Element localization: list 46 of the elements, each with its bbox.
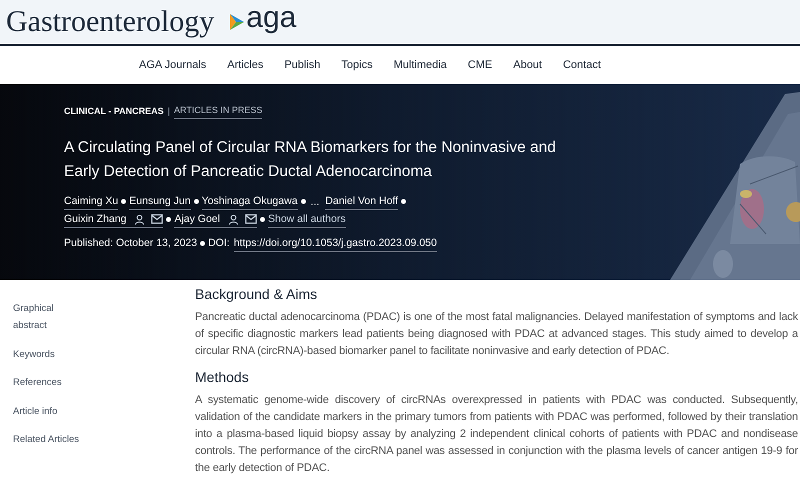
person-icon	[134, 214, 146, 224]
author-link[interactable]: Daniel Von Hoff	[325, 194, 398, 210]
bullet-icon	[194, 199, 199, 204]
nav-link[interactable]: Articles	[227, 56, 264, 74]
bullet-icon	[166, 217, 172, 222]
sidebar-link[interactable]: Article info	[13, 404, 195, 419]
mail-icon	[244, 214, 257, 224]
sidebar-link[interactable]: Keywords	[13, 348, 195, 362]
society-logo[interactable]: aga	[246, 3, 296, 33]
section-heading: Background & Aims	[195, 285, 318, 303]
author-link[interactable]: Caiming Xu	[64, 194, 118, 210]
section-link[interactable]: ARTICLES IN PRESS	[174, 104, 262, 118]
doi-label: DOI:	[208, 236, 230, 251]
nav-link[interactable]: Topics	[341, 56, 373, 74]
bullet-icon	[401, 199, 406, 204]
sidebar-link[interactable]: Related Articles	[13, 432, 195, 447]
section-paragraph: Pancreatic ductal adenocarcinoma (PDAC) is one of the most fatal malignancies. Delayed manifestation of symptoms and lack of specific diagnostic markers lead patients being diagnosed with PDAC at advanced stages. This study aimed to develop a circular RNA (circRNA)-based biomarker panel to facilitate noninvasive and early detection of PDAC.	[195, 310, 798, 359]
person-icon	[228, 214, 239, 224]
author-link[interactable]: Ajay Goel	[174, 212, 257, 228]
journal-logo[interactable]: Gastroenterology	[6, 7, 214, 37]
article-title: A Circulating Panel of Circular RNA Biomarkers for the Noninvasive and Early Detection of Pancreatic Ductal Adenocarcinoma	[64, 138, 557, 182]
author-link[interactable]: Yoshinaga Okugawa	[202, 194, 298, 210]
ellipsis-text: ...	[310, 194, 320, 210]
bullet-icon	[121, 199, 126, 204]
author-link[interactable]: Eunsung Jun	[129, 194, 191, 210]
bullet-icon	[200, 241, 206, 246]
mail-icon	[151, 214, 164, 224]
section-paragraph: A systematic genome-wide discovery of circRNAs overexpressed in patients with PDAC was conducted. Subsequently, validation of the candidate markers in the primary tumors from patients with PDAC was performed, followed by their translation into a plasma-based liquid biopsy assay by analyzing 2 independent clinical cohorts of patients with PDAC and nondisease controls. The performance of the circRNA panel was assessed in conjunction with the plasma levels of cancer antigen 19-9 for the early detection of PDAC.	[195, 393, 798, 476]
separator-text: |	[168, 104, 170, 118]
triangle-logo-icon	[230, 14, 244, 30]
sidebar-link[interactable]: Graphical abstract	[13, 300, 73, 334]
published-date: Published: October 13, 2023	[64, 236, 198, 251]
doi-link[interactable]: https://doi.org/10.1053/j.gastro.2023.09.050	[234, 236, 437, 252]
author-link[interactable]: Guixin Zhang	[64, 212, 164, 228]
nav-link[interactable]: AGA Journals	[139, 56, 206, 74]
nav-link[interactable]: About	[513, 56, 542, 74]
nav-link[interactable]: Multimedia	[394, 56, 447, 74]
bullet-icon	[260, 217, 265, 222]
nav-link[interactable]: CME	[468, 56, 492, 74]
bullet-icon	[300, 199, 306, 204]
section-label: CLINICAL - PANCREAS	[64, 104, 164, 118]
nav-link[interactable]: Contact	[562, 56, 601, 74]
sidebar-link[interactable]: References	[13, 376, 195, 390]
nav-link[interactable]: Publish	[284, 56, 320, 74]
show-authors-link[interactable]: Show all authors	[268, 212, 346, 228]
section-heading: Methods	[195, 368, 250, 386]
